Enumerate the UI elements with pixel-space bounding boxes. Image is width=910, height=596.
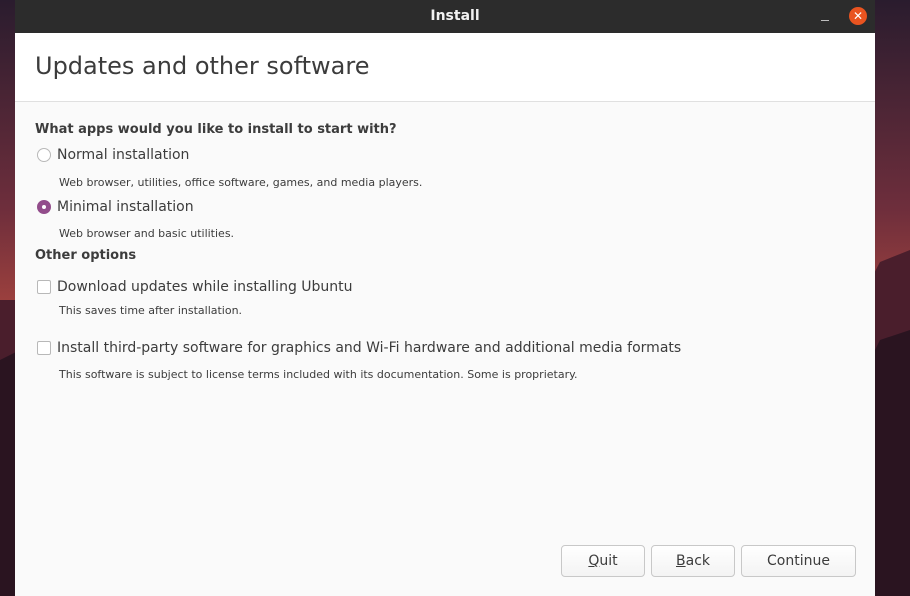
main-content: What apps would you like to install to s… [15, 102, 875, 596]
back-button[interactable]: Back [651, 545, 735, 577]
page-title: Updates and other software [35, 52, 370, 80]
page-header: Updates and other software [15, 33, 875, 102]
minimal-installation-description: Web browser and basic utilities. [59, 227, 235, 240]
download-updates-description: This saves time after installation. [59, 304, 243, 317]
minimize-icon[interactable] [817, 8, 835, 26]
checkbox-unchecked-icon [37, 280, 51, 294]
close-icon[interactable]: ✕ [849, 7, 867, 25]
third-party-software-checkbox[interactable]: Install third-party software for graphic… [37, 338, 681, 358]
checkbox-unchecked-icon [37, 341, 51, 355]
download-updates-label: Download updates while installing Ubuntu [57, 279, 353, 295]
other-options-heading: Other options [35, 248, 137, 263]
radio-unchecked-icon [37, 148, 51, 162]
apps-section-heading: What apps would you like to install to s… [35, 122, 397, 137]
download-updates-checkbox[interactable]: Download updates while installing Ubuntu [37, 277, 353, 297]
normal-installation-radio[interactable]: Normal installation [37, 145, 189, 165]
radio-checked-icon [37, 200, 51, 214]
continue-button[interactable]: Continue [741, 545, 856, 577]
quit-mnemonic: Q [588, 553, 600, 569]
third-party-software-label: Install third-party software for graphic… [57, 340, 682, 356]
title-bar: Install ✕ [15, 0, 875, 33]
normal-installation-description: Web browser, utilities, office software,… [59, 176, 423, 189]
installer-window: Install ✕ Updates and other software Wha… [15, 0, 875, 596]
quit-button[interactable]: Quit [561, 545, 645, 577]
minimal-installation-label: Minimal installation [57, 199, 194, 215]
minimal-installation-radio[interactable]: Minimal installation [37, 197, 194, 217]
third-party-software-description: This software is subject to license term… [59, 368, 578, 381]
back-mnemonic: B [676, 553, 686, 569]
normal-installation-label: Normal installation [57, 147, 190, 163]
quit-label: uit [599, 553, 618, 569]
back-label: ack [685, 553, 710, 569]
window-title: Install [430, 8, 480, 24]
